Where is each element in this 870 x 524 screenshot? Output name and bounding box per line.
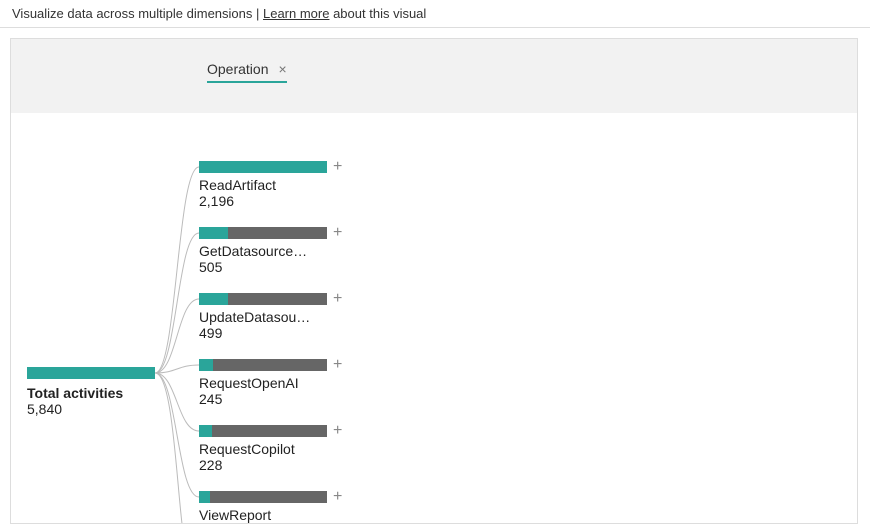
leaf-bar (199, 161, 327, 173)
leaf-label: RequestCopilot (199, 441, 329, 457)
leaf-bar (199, 227, 327, 239)
expand-icon[interactable]: + (333, 224, 342, 242)
connector-lines (11, 39, 211, 524)
leaf-value: 2,196 (199, 193, 329, 209)
leaf-node[interactable]: +ReadArtifact2,196 (199, 161, 329, 227)
info-text: Visualize data across multiple dimension… (12, 6, 263, 21)
leaf-node[interactable]: +RequestCopilot228 (199, 425, 329, 491)
close-icon[interactable]: × (278, 61, 286, 77)
leaf-node[interactable]: +ViewReport195 (199, 491, 329, 524)
expand-icon[interactable]: + (333, 158, 342, 176)
leaf-value: 505 (199, 259, 329, 275)
expand-icon[interactable]: + (333, 488, 342, 506)
leaf-node[interactable]: +UpdateDatasou…499 (199, 293, 329, 359)
leaf-label: UpdateDatasou… (199, 309, 329, 325)
leaf-label: RequestOpenAI (199, 375, 329, 391)
leaf-bar (199, 359, 327, 371)
column-label: Operation (207, 61, 268, 77)
root-node[interactable]: Total activities 5,840 (27, 367, 155, 417)
learn-more-link[interactable]: Learn more (263, 6, 329, 21)
leaf-label: ReadArtifact (199, 177, 329, 193)
leaf-value: 228 (199, 457, 329, 473)
leaf-bar (199, 491, 327, 503)
expand-icon[interactable]: + (333, 290, 342, 308)
decomposition-canvas: Operation × Total activities 5,840 +Read… (10, 38, 858, 524)
leaf-label: ViewReport (199, 507, 329, 523)
leaf-bar (199, 425, 327, 437)
leaf-node[interactable]: +GetDatasource…505 (199, 227, 329, 293)
expand-icon[interactable]: + (333, 356, 342, 374)
info-text-suffix: about this visual (329, 6, 426, 21)
leaf-bar (199, 293, 327, 305)
leaf-value: 245 (199, 391, 329, 407)
leaf-value: 499 (199, 325, 329, 341)
root-bar (27, 367, 155, 379)
leaf-node[interactable]: +RequestOpenAI245 (199, 359, 329, 425)
root-value: 5,840 (27, 401, 155, 417)
leaves-container: +ReadArtifact2,196+GetDatasource…505+Upd… (199, 161, 329, 524)
root-label: Total activities (27, 385, 155, 401)
column-tab-operation[interactable]: Operation × (207, 61, 287, 83)
expand-icon[interactable]: + (333, 422, 342, 440)
leaf-label: GetDatasource… (199, 243, 329, 259)
info-bar: Visualize data across multiple dimension… (0, 0, 870, 28)
